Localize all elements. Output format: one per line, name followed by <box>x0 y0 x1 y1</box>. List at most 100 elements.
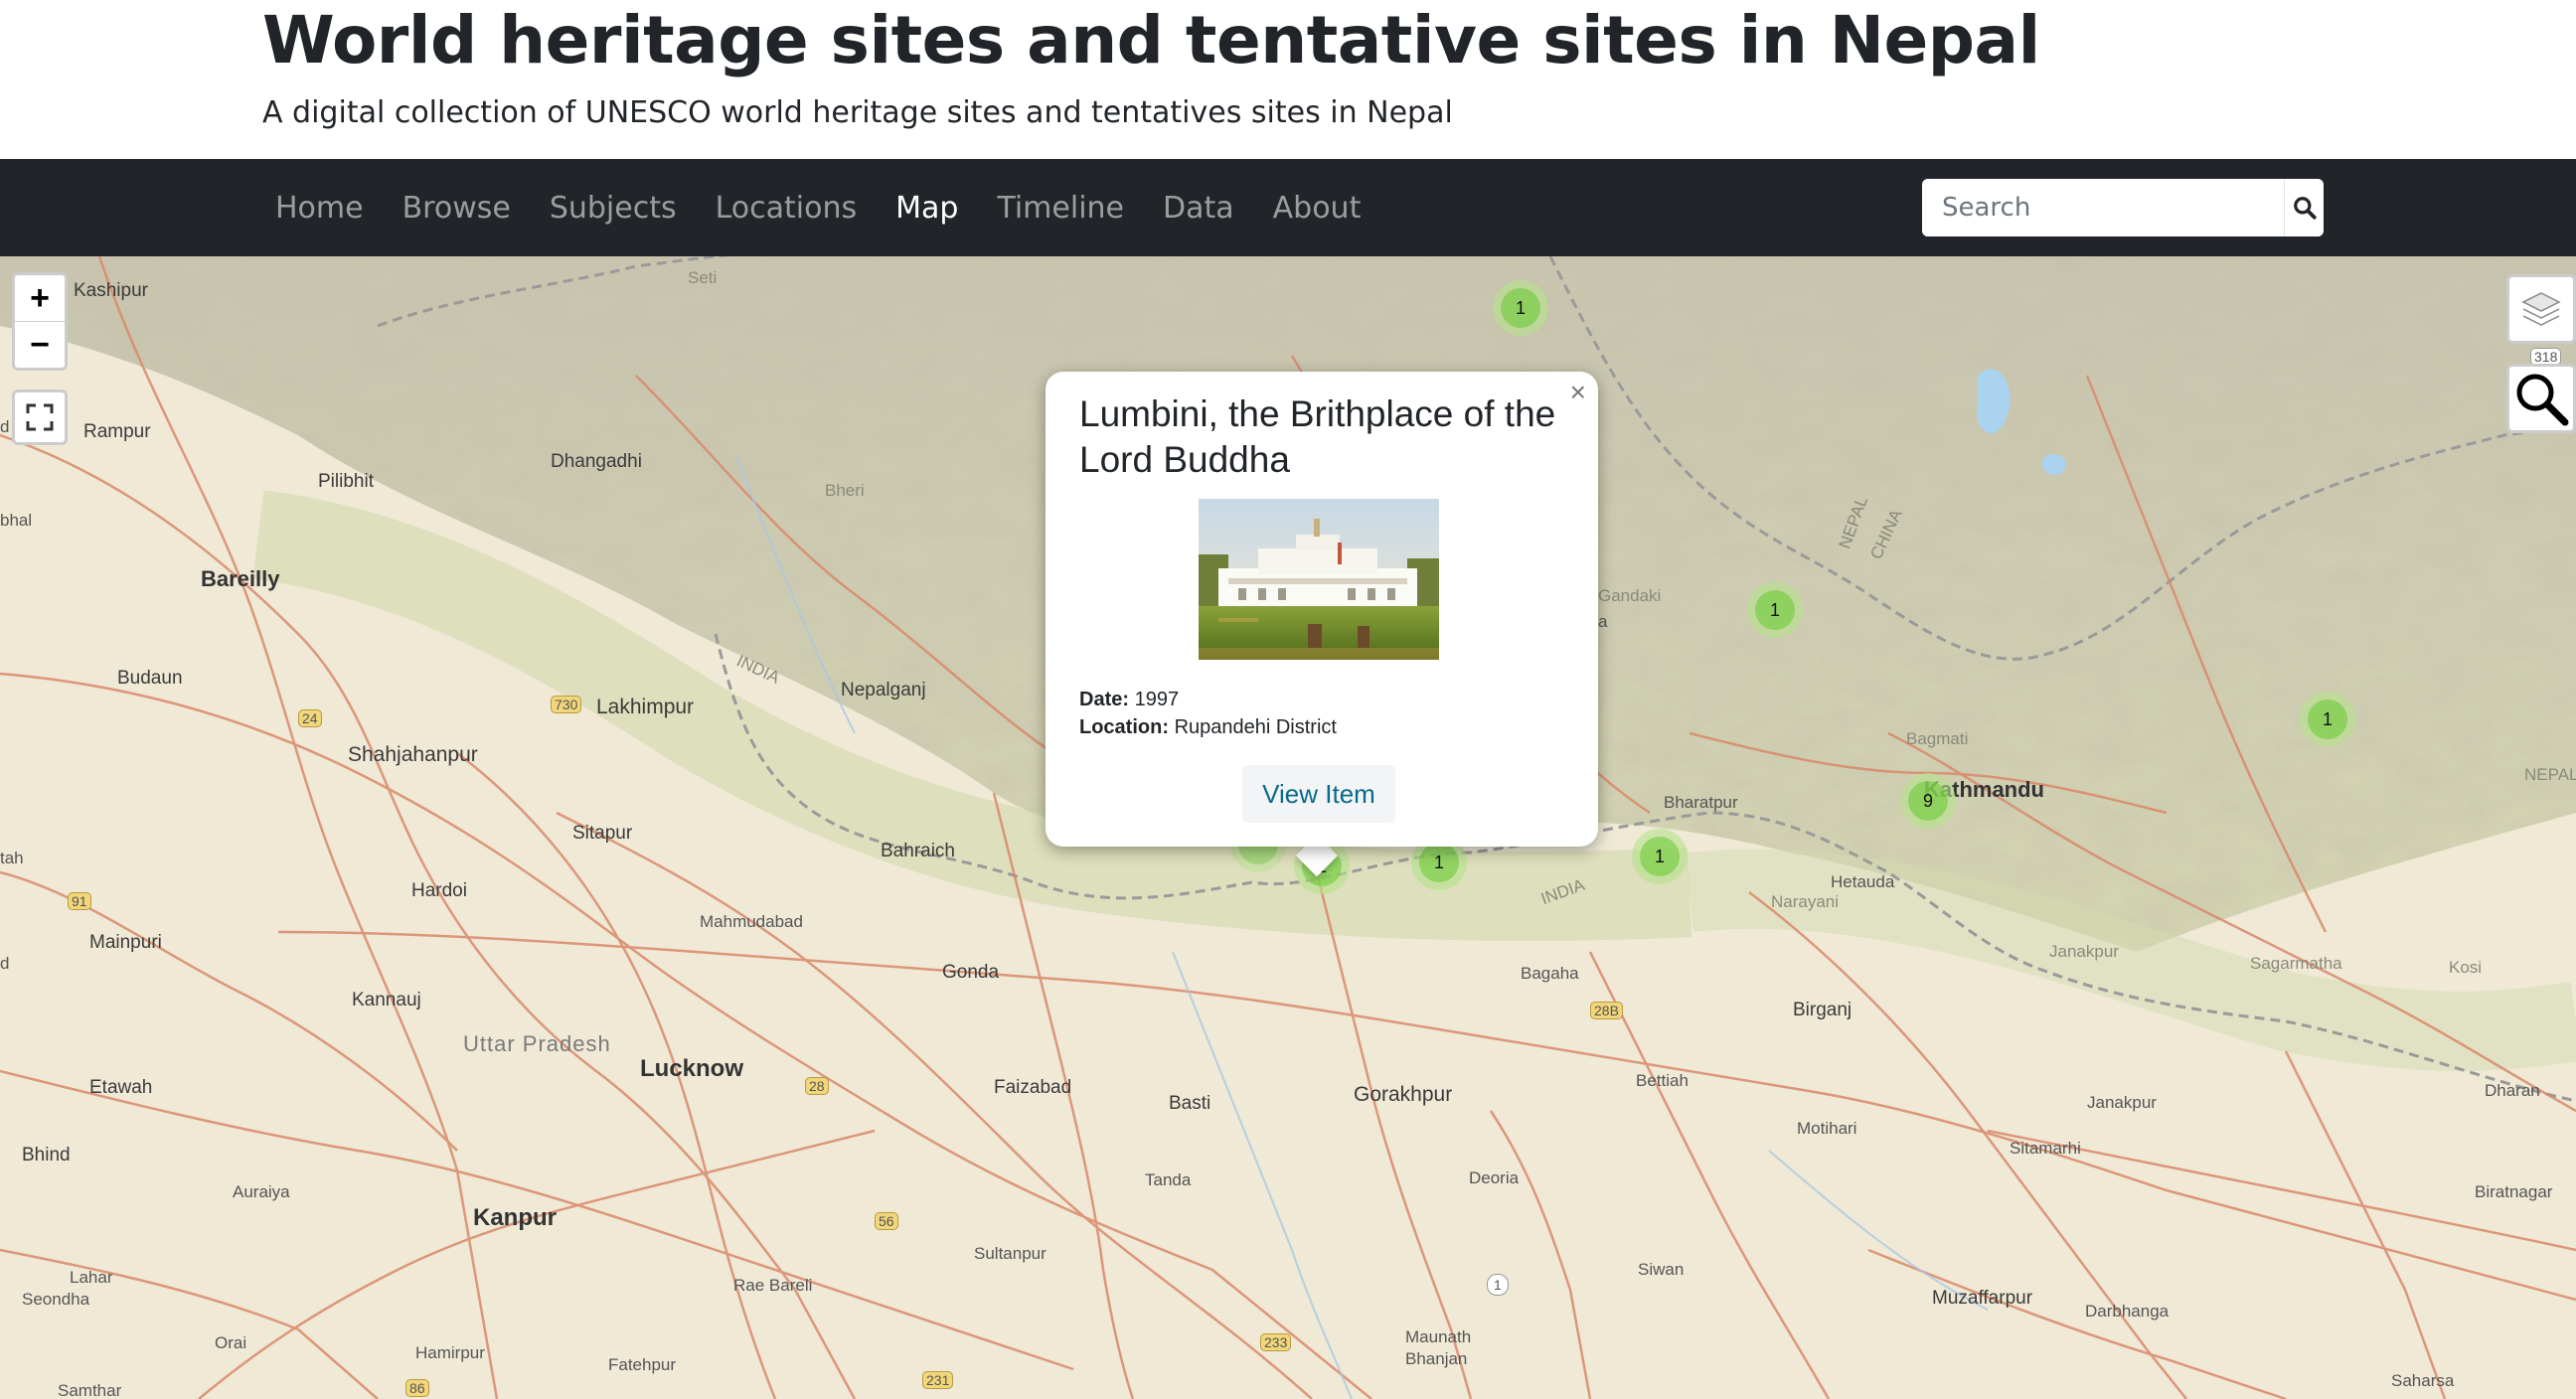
layers-button[interactable] <box>2506 274 2576 344</box>
map-cluster-marker[interactable]: 1 <box>1632 829 1688 884</box>
nav-browse[interactable]: Browse <box>390 191 511 226</box>
map-cluster-marker[interactable]: 1 <box>1747 582 1803 638</box>
map-label: Seti <box>688 268 718 287</box>
map-label: Lahar <box>70 1268 113 1287</box>
map-label: Sitapur <box>572 823 633 844</box>
view-item-button[interactable]: View Item <box>1242 765 1395 823</box>
map-label: Motihari <box>1797 1119 1857 1138</box>
map-label: Gandaki <box>1598 586 1662 605</box>
map-label: Bhanjan <box>1405 1349 1468 1368</box>
map-label: Etawah <box>89 1077 153 1098</box>
road-shield: 231 <box>922 1371 954 1389</box>
popup-date-row: Date: 1997 <box>1079 686 1337 713</box>
map-label: Sagarmatha <box>2250 954 2342 973</box>
search-form <box>1922 179 2324 236</box>
map-label: Mainpuri <box>89 932 162 953</box>
search-button[interactable] <box>2284 179 2324 236</box>
map-cluster-marker[interactable]: 9 <box>1900 773 1956 829</box>
map-label: Darbhanga <box>2085 1302 2170 1321</box>
road-shield: 56 <box>875 1212 898 1230</box>
map-label: Sultanpur <box>974 1244 1046 1263</box>
map-label: Bharatpur <box>1664 793 1738 812</box>
site-subtitle: A digital collection of UNESCO world her… <box>262 95 1453 130</box>
layers-icon <box>2521 292 2561 326</box>
map-label: Biratnagar <box>2475 1182 2553 1201</box>
map-label: Bagmati <box>1906 729 1969 748</box>
nav-home[interactable]: Home <box>262 191 364 226</box>
map-label: Orai <box>215 1333 247 1352</box>
map-label: Bhind <box>22 1145 71 1166</box>
nav-timeline[interactable]: Timeline <box>984 191 1124 226</box>
map-popup: × Lumbini, the Brithplace of the Lord Bu… <box>1046 372 1598 847</box>
nav-locations[interactable]: Locations <box>703 191 858 226</box>
map-label: Kashipur <box>74 280 148 301</box>
map-label: Narayani <box>1771 892 1840 911</box>
map-label: Siwan <box>1638 1260 1685 1279</box>
nav-map[interactable]: Map <box>883 191 958 226</box>
map-label: Lucknow <box>640 1055 744 1082</box>
site-header: World heritage sites and tentative sites… <box>0 0 2576 159</box>
map-label: Sitamarhi <box>2010 1139 2081 1158</box>
map-label: Budaun <box>117 668 183 689</box>
site-title[interactable]: World heritage sites and tentative sites… <box>262 0 2040 81</box>
map-label: Muzaffarpur <box>1932 1288 2033 1309</box>
road-shield: 91 <box>68 892 91 910</box>
map-label: Bettiah <box>1636 1071 1689 1090</box>
map-label: Mahmudabad <box>700 912 803 931</box>
magnifier-icon <box>2516 374 2569 426</box>
map-label: Fatehpur <box>608 1355 677 1374</box>
map-label: Faizabad <box>994 1077 1072 1098</box>
map-label: Bagaha <box>1521 964 1579 983</box>
map-label: Kosi <box>2449 958 2483 977</box>
map-label: d <box>0 954 10 973</box>
popup-metadata: Date: 1997 Location: Rupandehi District <box>1079 686 1337 741</box>
zoom-in-button[interactable]: + <box>15 275 65 321</box>
fullscreen-button[interactable] <box>12 389 68 445</box>
map-cluster-marker[interactable]: 1 <box>2300 692 2355 747</box>
road-shield: 28 <box>805 1077 829 1095</box>
map-label: Saharsa <box>2391 1371 2455 1390</box>
map-cluster-marker[interactable]: 1 <box>1493 280 1548 336</box>
search-input[interactable] <box>1922 179 2284 236</box>
map-label: a <box>1598 612 1608 631</box>
map-label: Basti <box>1169 1093 1211 1114</box>
map-label: Kanpur <box>473 1204 557 1231</box>
road-shield: 233 <box>1260 1333 1292 1351</box>
popup-location-row: Location: Rupandehi District <box>1079 713 1337 741</box>
date-label: Date: <box>1079 689 1130 710</box>
map-label: Dhangadhi <box>551 451 642 472</box>
map-label: Deoria <box>1469 1168 1520 1187</box>
map-search-button[interactable] <box>2506 364 2576 433</box>
map-label: Tanda <box>1145 1170 1192 1189</box>
map-label: Auraiya <box>233 1182 290 1201</box>
map-label: bhal <box>0 511 33 530</box>
map-label: Shahjahanpur <box>348 743 478 766</box>
nav-about[interactable]: About <box>1260 191 1362 226</box>
map-label: Gorakhpur <box>1354 1083 1453 1106</box>
map-label: Hardoi <box>411 880 467 901</box>
road-shield: 1 <box>1487 1274 1509 1296</box>
map-label: Maunath <box>1405 1327 1472 1346</box>
map-label: Pilibhit <box>318 471 374 492</box>
map-label: Janakpur <box>2049 942 2119 961</box>
fullscreen-icon <box>26 403 54 431</box>
map-label: Kannauj <box>352 990 421 1010</box>
temple-image <box>1199 499 1439 660</box>
map-label: d <box>0 417 10 436</box>
road-shield: 28B <box>1590 1002 1623 1019</box>
popup-close-button[interactable]: × <box>1570 378 1586 407</box>
zoom-control: + − <box>12 272 68 371</box>
map-label: Lakhimpur <box>596 696 695 718</box>
search-icon <box>2293 197 2317 220</box>
road-shield: 730 <box>551 696 582 713</box>
date-value: 1997 <box>1134 689 1180 710</box>
zoom-out-button[interactable]: − <box>15 321 65 368</box>
road-shield: 24 <box>298 709 322 727</box>
road-shield: 86 <box>405 1379 429 1397</box>
nav-data[interactable]: Data <box>1150 191 1234 226</box>
map-label: Hetauda <box>1831 872 1895 891</box>
map-label: Gonda <box>942 962 1000 983</box>
location-value: Rupandehi District <box>1174 716 1337 738</box>
popup-thumbnail[interactable] <box>1199 499 1439 660</box>
nav-subjects[interactable]: Subjects <box>537 191 677 226</box>
